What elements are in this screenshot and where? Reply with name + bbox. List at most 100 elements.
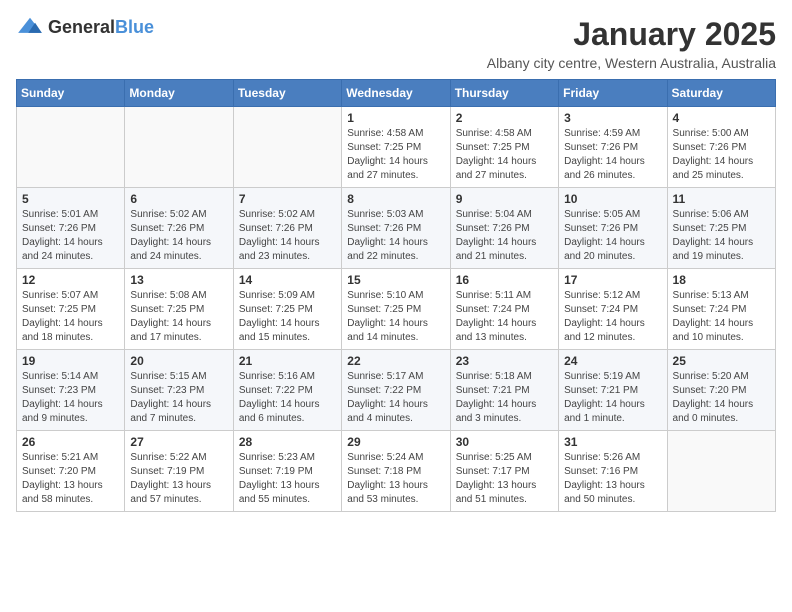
day-info: Sunrise: 5:07 AMSunset: 7:25 PMDaylight:… — [22, 289, 119, 345]
calendar-cell: 19 Sunrise: 5:14 AMSunset: 7:23 PMDayligh… — [17, 350, 125, 431]
day-number: 28 — [239, 435, 336, 449]
weekday-header-monday: Monday — [125, 80, 233, 107]
weekday-header-thursday: Thursday — [450, 80, 558, 107]
day-number: 9 — [456, 192, 553, 206]
calendar-cell: 31 Sunrise: 5:26 AMSunset: 7:16 PMDayligh… — [559, 431, 667, 512]
weekday-header-sunday: Sunday — [17, 80, 125, 107]
logo-general: General — [48, 17, 115, 37]
day-number: 25 — [673, 354, 770, 368]
day-info: Sunrise: 5:18 AMSunset: 7:21 PMDaylight:… — [456, 370, 553, 426]
day-info: Sunrise: 5:15 AMSunset: 7:23 PMDaylight:… — [130, 370, 227, 426]
calendar-cell: 27Sunrise: 5:22 AMSunset: 7:19 PMDayligh… — [125, 431, 233, 512]
calendar-cell: 28 Sunrise: 5:23 AMSunset: 7:19 PMDayligh… — [233, 431, 341, 512]
calendar-week-row: 1 Sunrise: 4:58 AMSunset: 7:25 PMDaylight… — [17, 107, 776, 188]
day-number: 15 — [347, 273, 444, 287]
calendar-cell: 17 Sunrise: 5:12 AMSunset: 7:24 PMDayligh… — [559, 269, 667, 350]
day-info: Sunrise: 5:10 AMSunset: 7:25 PMDaylight:… — [347, 289, 444, 345]
day-info: Sunrise: 5:22 AMSunset: 7:19 PMDaylight:… — [130, 451, 227, 507]
day-info: Sunrise: 5:03 AMSunset: 7:26 PMDaylight:… — [347, 208, 444, 264]
calendar-cell: 8 Sunrise: 5:03 AMSunset: 7:26 PMDaylight… — [342, 188, 450, 269]
calendar-cell: 6 Sunrise: 5:02 AMSunset: 7:26 PMDaylight… — [125, 188, 233, 269]
day-info: Sunrise: 5:08 AMSunset: 7:25 PMDaylight:… — [130, 289, 227, 345]
calendar-week-row: 5 Sunrise: 5:01 AMSunset: 7:26 PMDaylight… — [17, 188, 776, 269]
day-info: Sunrise: 5:26 AMSunset: 7:16 PMDaylight:… — [564, 451, 661, 507]
day-number: 23 — [456, 354, 553, 368]
day-info: Sunrise: 5:20 AMSunset: 7:20 PMDaylight:… — [673, 370, 770, 426]
calendar-cell: 22Sunrise: 5:17 AMSunset: 7:22 PMDayligh… — [342, 350, 450, 431]
calendar-cell: 24Sunrise: 5:19 AMSunset: 7:21 PMDayligh… — [559, 350, 667, 431]
day-number: 18 — [673, 273, 770, 287]
calendar-cell — [125, 107, 233, 188]
day-info: Sunrise: 4:58 AMSunset: 7:25 PMDaylight:… — [456, 127, 553, 183]
weekday-header-friday: Friday — [559, 80, 667, 107]
day-number: 31 — [564, 435, 661, 449]
day-number: 8 — [347, 192, 444, 206]
day-info: Sunrise: 5:25 AMSunset: 7:17 PMDaylight:… — [456, 451, 553, 507]
calendar-cell: 20 Sunrise: 5:15 AMSunset: 7:23 PMDayligh… — [125, 350, 233, 431]
day-info: Sunrise: 5:05 AMSunset: 7:26 PMDaylight:… — [564, 208, 661, 264]
day-number: 21 — [239, 354, 336, 368]
calendar-cell: 11Sunrise: 5:06 AMSunset: 7:25 PMDayligh… — [667, 188, 775, 269]
day-number: 22 — [347, 354, 444, 368]
day-number: 10 — [564, 192, 661, 206]
day-number: 16 — [456, 273, 553, 287]
page-header: GeneralBlue January 2025 Albany city cen… — [16, 16, 776, 71]
calendar-week-row: 26 Sunrise: 5:21 AMSunset: 7:20 PMDayligh… — [17, 431, 776, 512]
calendar-cell: 29Sunrise: 5:24 AMSunset: 7:18 PMDayligh… — [342, 431, 450, 512]
day-number: 6 — [130, 192, 227, 206]
weekday-header-tuesday: Tuesday — [233, 80, 341, 107]
day-number: 29 — [347, 435, 444, 449]
day-info: Sunrise: 4:58 AMSunset: 7:25 PMDaylight:… — [347, 127, 444, 183]
day-info: Sunrise: 5:19 AMSunset: 7:21 PMDaylight:… — [564, 370, 661, 426]
calendar-cell: 16 Sunrise: 5:11 AMSunset: 7:24 PMDayligh… — [450, 269, 558, 350]
day-info: Sunrise: 5:02 AMSunset: 7:26 PMDaylight:… — [239, 208, 336, 264]
calendar-cell: 25 Sunrise: 5:20 AMSunset: 7:20 PMDayligh… — [667, 350, 775, 431]
calendar-cell: 26 Sunrise: 5:21 AMSunset: 7:20 PMDayligh… — [17, 431, 125, 512]
calendar-cell: 9 Sunrise: 5:04 AMSunset: 7:26 PMDaylight… — [450, 188, 558, 269]
weekday-header-wednesday: Wednesday — [342, 80, 450, 107]
calendar-table: SundayMondayTuesdayWednesdayThursdayFrid… — [16, 79, 776, 512]
day-info: Sunrise: 5:09 AMSunset: 7:25 PMDaylight:… — [239, 289, 336, 345]
calendar-cell: 10 Sunrise: 5:05 AMSunset: 7:26 PMDayligh… — [559, 188, 667, 269]
day-number: 5 — [22, 192, 119, 206]
day-number: 30 — [456, 435, 553, 449]
day-info: Sunrise: 5:14 AMSunset: 7:23 PMDaylight:… — [22, 370, 119, 426]
day-number: 14 — [239, 273, 336, 287]
day-info: Sunrise: 5:11 AMSunset: 7:24 PMDaylight:… — [456, 289, 553, 345]
day-number: 20 — [130, 354, 227, 368]
day-number: 4 — [673, 111, 770, 125]
day-info: Sunrise: 5:21 AMSunset: 7:20 PMDaylight:… — [22, 451, 119, 507]
calendar-cell: 5 Sunrise: 5:01 AMSunset: 7:26 PMDaylight… — [17, 188, 125, 269]
calendar-cell: 2Sunrise: 4:58 AMSunset: 7:25 PMDaylight… — [450, 107, 558, 188]
day-info: Sunrise: 5:12 AMSunset: 7:24 PMDaylight:… — [564, 289, 661, 345]
day-number: 19 — [22, 354, 119, 368]
calendar-cell: 18Sunrise: 5:13 AMSunset: 7:24 PMDayligh… — [667, 269, 775, 350]
day-info: Sunrise: 5:16 AMSunset: 7:22 PMDaylight:… — [239, 370, 336, 426]
day-info: Sunrise: 5:02 AMSunset: 7:26 PMDaylight:… — [130, 208, 227, 264]
day-number: 26 — [22, 435, 119, 449]
day-number: 12 — [22, 273, 119, 287]
month-title: January 2025 — [487, 16, 776, 53]
day-number: 1 — [347, 111, 444, 125]
calendar-cell: 21 Sunrise: 5:16 AMSunset: 7:22 PMDayligh… — [233, 350, 341, 431]
day-info: Sunrise: 5:01 AMSunset: 7:26 PMDaylight:… — [22, 208, 119, 264]
calendar-cell: 14 Sunrise: 5:09 AMSunset: 7:25 PMDayligh… — [233, 269, 341, 350]
title-area: January 2025 Albany city centre, Western… — [487, 16, 776, 71]
day-number: 7 — [239, 192, 336, 206]
weekday-header-row: SundayMondayTuesdayWednesdayThursdayFrid… — [17, 80, 776, 107]
calendar-cell: 7 Sunrise: 5:02 AMSunset: 7:26 PMDaylight… — [233, 188, 341, 269]
day-info: Sunrise: 5:23 AMSunset: 7:19 PMDaylight:… — [239, 451, 336, 507]
day-info: Sunrise: 5:04 AMSunset: 7:26 PMDaylight:… — [456, 208, 553, 264]
day-info: Sunrise: 5:06 AMSunset: 7:25 PMDaylight:… — [673, 208, 770, 264]
calendar-cell: 15 Sunrise: 5:10 AMSunset: 7:25 PMDayligh… — [342, 269, 450, 350]
day-number: 17 — [564, 273, 661, 287]
calendar-cell: 1 Sunrise: 4:58 AMSunset: 7:25 PMDaylight… — [342, 107, 450, 188]
logo: GeneralBlue — [16, 16, 154, 38]
calendar-cell: 4Sunrise: 5:00 AMSunset: 7:26 PMDaylight… — [667, 107, 775, 188]
calendar-week-row: 12 Sunrise: 5:07 AMSunset: 7:25 PMDayligh… — [17, 269, 776, 350]
calendar-cell: 13Sunrise: 5:08 AMSunset: 7:25 PMDayligh… — [125, 269, 233, 350]
calendar-week-row: 19 Sunrise: 5:14 AMSunset: 7:23 PMDayligh… — [17, 350, 776, 431]
calendar-cell: 12 Sunrise: 5:07 AMSunset: 7:25 PMDayligh… — [17, 269, 125, 350]
calendar-cell: 30 Sunrise: 5:25 AMSunset: 7:17 PMDayligh… — [450, 431, 558, 512]
calendar-cell — [233, 107, 341, 188]
